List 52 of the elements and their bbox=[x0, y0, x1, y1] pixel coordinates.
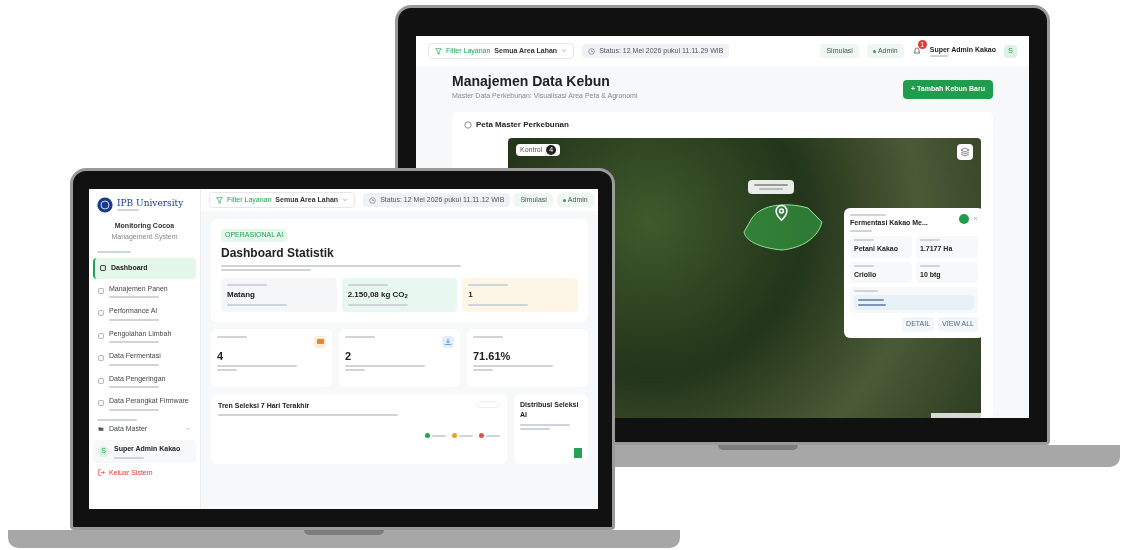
layers-icon[interactable] bbox=[957, 143, 973, 160]
blurred-text bbox=[929, 55, 948, 58]
nav-icon bbox=[98, 287, 104, 294]
blurred-text bbox=[109, 363, 159, 366]
hero-title: Dashboard Statistik bbox=[221, 245, 335, 261]
blurred-text bbox=[114, 456, 144, 459]
blurred-text bbox=[109, 408, 159, 411]
clock-icon bbox=[588, 47, 596, 55]
page-title: Manajemen Data Kebun bbox=[452, 74, 611, 88]
nav-icon bbox=[98, 377, 104, 384]
blurred-text bbox=[347, 283, 388, 286]
clock-icon bbox=[369, 196, 377, 204]
summary-value: Matang bbox=[227, 288, 256, 301]
marker-tooltip bbox=[748, 179, 794, 194]
blurred-text bbox=[920, 264, 940, 267]
blurred-text bbox=[468, 303, 529, 306]
map-card-title: Peta Master Perkebunan bbox=[476, 118, 569, 131]
map-icon bbox=[464, 120, 472, 129]
blurred-text bbox=[468, 283, 509, 286]
distribution-bar bbox=[574, 447, 582, 458]
nav-icon bbox=[100, 265, 106, 272]
blurred-text bbox=[854, 264, 874, 267]
nav-icon bbox=[98, 355, 104, 362]
chevron-icon bbox=[561, 48, 568, 54]
box-icon bbox=[314, 335, 326, 348]
bell-icon[interactable] bbox=[911, 46, 922, 56]
blurred-text bbox=[345, 335, 375, 338]
download-icon bbox=[442, 335, 454, 348]
blurred-text bbox=[227, 283, 267, 286]
blurred-text bbox=[227, 303, 287, 306]
stat-value: 4 bbox=[217, 350, 225, 362]
logout-icon bbox=[98, 469, 105, 477]
summary-value: 2.150,08 kg CO$_{2}$ bbox=[347, 288, 409, 301]
blurred-text bbox=[473, 335, 503, 338]
nav-icon bbox=[98, 310, 104, 317]
blurred-text bbox=[217, 335, 247, 338]
nav-icon bbox=[98, 400, 104, 407]
university-logo bbox=[97, 197, 113, 213]
summary-value: 1 bbox=[468, 288, 474, 301]
stat-value: 2 bbox=[345, 350, 353, 362]
blurred-text bbox=[520, 423, 570, 430]
blurred-text bbox=[347, 303, 408, 306]
blurred-text bbox=[850, 213, 886, 216]
blurred-text bbox=[109, 318, 159, 321]
brand-name: IPB University bbox=[117, 199, 184, 208]
filter-icon bbox=[216, 196, 223, 204]
blurred-text bbox=[97, 418, 137, 421]
nav-icon bbox=[98, 332, 104, 339]
filter-icon bbox=[435, 47, 442, 55]
map-pin-icon bbox=[775, 203, 788, 221]
folder-icon bbox=[98, 425, 104, 432]
chevron-icon bbox=[342, 197, 349, 203]
